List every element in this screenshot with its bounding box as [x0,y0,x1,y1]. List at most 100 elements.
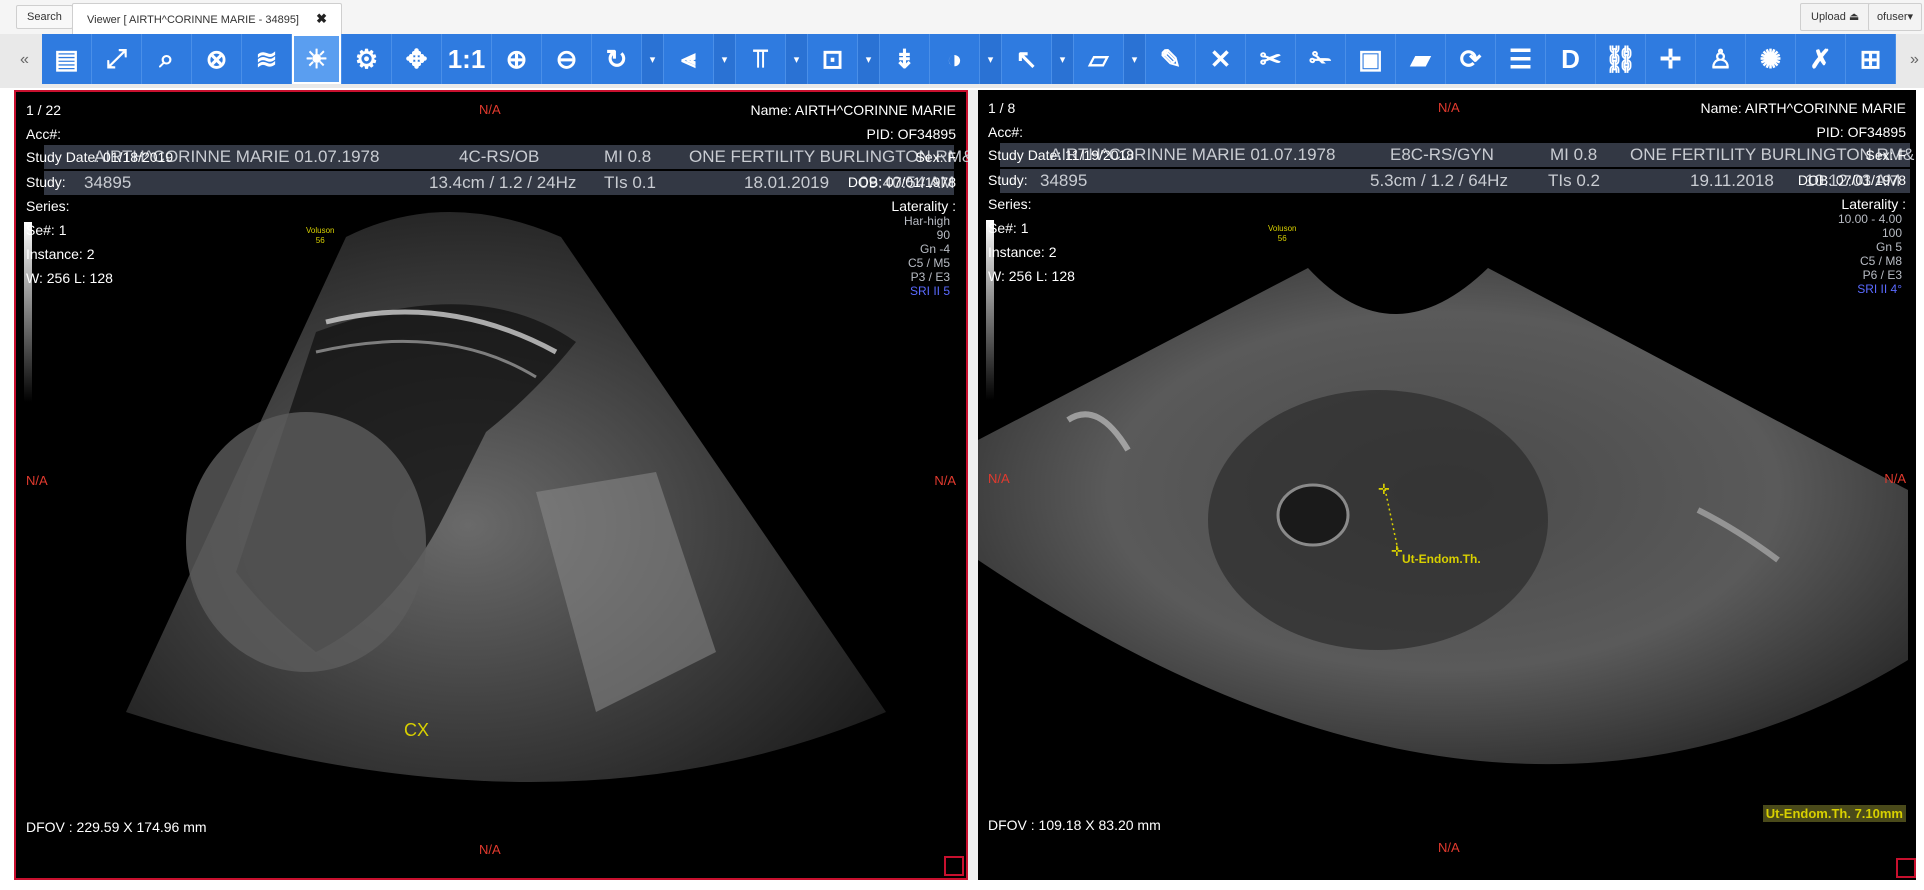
series-button[interactable]: ▤ [42,34,92,84]
param-line: 90 [936,228,950,242]
rotate-icon: ↻ [605,43,628,74]
us-mi: MI 0.8 [1550,145,1598,164]
series-icon: ▤ [54,43,79,74]
folder-icon: ▰ [1410,43,1431,74]
voluson-number: 56 [315,236,325,245]
voluson-text: Voluson [1268,224,1297,233]
viewport-separator[interactable] [968,90,978,880]
dfov-readout: DFOV : 229.59 X 174.96 mm [26,819,207,835]
patient-sex: Sex: F [915,149,956,165]
orientation-top: N/A [1438,100,1460,115]
patient-dob: DOB: 07/01/1978 [847,174,956,190]
series-number: Se#: 1 [26,222,67,238]
series-label: Series: [26,198,70,214]
param-line: SRI II 4° [1857,282,1902,296]
clear-button[interactable]: ✕ [1196,34,1246,84]
patient-sex: Sex: F [1865,147,1906,163]
patient-dob: DOB: 07/01/1978 [1797,172,1906,188]
zoom-in-icon: ⊕ [505,43,528,74]
ultrasound-image-right: ✛ ✛ [978,268,1908,765]
rotate-button[interactable]: ↻ [592,34,642,84]
sort-button[interactable]: ⇟ [880,34,930,84]
report-icon: ☰ [1508,43,1533,74]
crosshair-button[interactable]: ✛ [1646,34,1696,84]
dropdown-caret-icon[interactable]: ▾ [714,34,736,84]
link-button[interactable]: ⛓ [1596,34,1646,84]
instance-number: Instance: 2 [988,244,1057,260]
body-icon: ♙ [1708,43,1733,74]
scissors-icon: ✂ [1259,43,1282,74]
voluson-logo: Voluson 56 [306,226,334,246]
us-id: 34895 [84,173,132,192]
magnify-icon: ⌕ [159,43,174,73]
viewport-corner-box[interactable] [1896,858,1916,878]
dropdown-caret-icon[interactable]: ▾ [980,34,1002,84]
zoom-reset-button[interactable]: ⊗ [192,34,242,84]
zoom-in-button[interactable]: ⊕ [492,34,542,84]
align-top-button[interactable]: ⫪ [736,34,786,84]
dropdown-caret-icon[interactable]: ▾ [642,34,664,84]
dropdown-caret-icon[interactable]: ▾ [1124,34,1146,84]
us-date: 19.11.2018 [1690,171,1774,190]
save-button[interactable]: ▣ [1346,34,1396,84]
user-menu-button[interactable]: ofuser▾ [1868,3,1922,31]
viewport-right[interactable]: ✛ ✛ 1 / 8 N/A Name: AIRTH^CORINNE MARIE … [978,90,1916,880]
collapse-left-icon[interactable]: « [20,51,29,69]
d-button[interactable]: D [1546,34,1596,84]
actual-size-icon: 1:1 [447,43,486,74]
zoom-out-button[interactable]: ⊖ [542,34,592,84]
patient-name: Name: AIRTH^CORINNE MARIE [1700,100,1906,116]
tab-viewer-label: Viewer [ AIRTH^CORINNE MARIE - 34895] [87,14,299,26]
auto-window-button[interactable]: ⚙ [342,34,392,84]
close-tool-button[interactable]: ✗ [1796,34,1846,84]
fit-screen-button[interactable]: ⤢ [92,34,142,84]
pan-button[interactable]: ✥ [392,34,442,84]
annotate-icon: ✎ [1159,43,1182,74]
stack-button[interactable]: ≋ [242,34,292,84]
dfov-readout: DFOV : 109.18 X 83.20 mm [988,817,1161,833]
align-left-icon: ⫷ [681,43,696,73]
us-tis: TIs 0.2 [1548,171,1600,190]
pointer-button[interactable]: ↖ [1002,34,1052,84]
auto-window-icon: ⚙ [354,43,379,74]
ruler-button[interactable]: ▱ [1074,34,1124,84]
report-button[interactable]: ☰ [1496,34,1546,84]
orientation-top: N/A [479,102,501,117]
series-label: Series: [988,196,1032,212]
body-settings-icon: ✺ [1759,43,1782,74]
dropdown-caret-icon[interactable]: ▾ [1052,34,1074,84]
upload-button[interactable]: Upload ⏏ [1800,3,1871,31]
tab-viewer[interactable]: Viewer [ AIRTH^CORINNE MARIE - 34895] ✖ [72,3,342,34]
refresh-button[interactable]: ⟳ [1446,34,1496,84]
orientation-left: N/A [988,471,1010,486]
invert-button[interactable]: ◑ [930,34,980,84]
top-bar: Search Viewer [ AIRTH^CORINNE MARIE - 34… [0,0,1924,35]
body-button[interactable]: ♙ [1696,34,1746,84]
us-probe: 4C-RS/OB [459,147,540,166]
expand-right-icon[interactable]: » [1910,51,1919,69]
frame-counter: 1 / 22 [26,102,62,118]
folder-button[interactable]: ▰ [1396,34,1446,84]
dropdown-caret-icon[interactable]: ▾ [786,34,808,84]
study-date: Study Date: 01/18/2019 [26,149,174,165]
us-depth: 5.3cm / 1.2 / 64Hz [1370,171,1508,190]
close-tab-icon[interactable]: ✖ [316,11,327,26]
grid-icon: ⊞ [1859,43,1882,74]
param-line: 100 [1881,226,1902,240]
dropdown-caret-icon[interactable]: ▾ [858,34,880,84]
actual-size-button[interactable]: 1:1 [442,34,492,84]
window-level-button[interactable]: ☀ [292,34,342,84]
search-button[interactable]: Search [16,5,73,29]
viewport-corner-box[interactable] [944,856,964,876]
scissors-button[interactable]: ✂ [1246,34,1296,84]
body-settings-button[interactable]: ✺ [1746,34,1796,84]
cut-button[interactable]: ✁ [1296,34,1346,84]
link-icon: ⛓ [1603,43,1637,74]
grid-button[interactable]: ⊞ [1846,34,1896,84]
align-left-button[interactable]: ⫷ [664,34,714,84]
layout-button[interactable]: ⊡ [808,34,858,84]
viewport-left[interactable]: 1 / 22 N/A Name: AIRTH^CORINNE MARIE Acc… [14,90,973,880]
patient-name: Name: AIRTH^CORINNE MARIE [750,102,956,118]
annotate-button[interactable]: ✎ [1146,34,1196,84]
magnify-button[interactable]: ⌕ [142,34,192,84]
